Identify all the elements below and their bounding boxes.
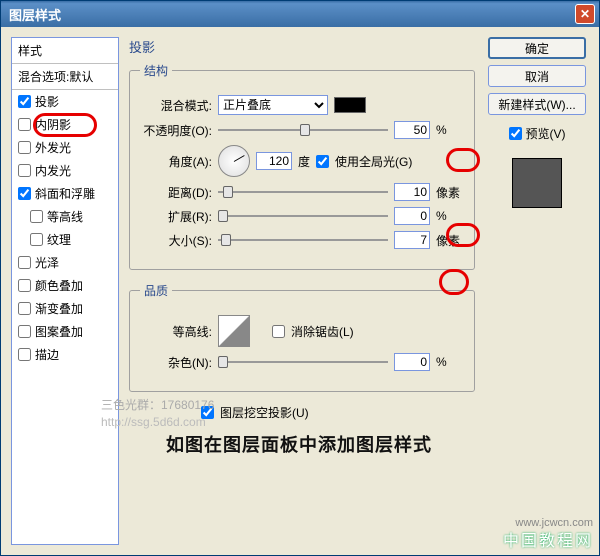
quality-legend: 品质 — [140, 282, 172, 299]
contour-picker[interactable] — [218, 315, 250, 347]
blend-options[interactable]: 混合选项:默认 — [12, 64, 118, 90]
style-item-inner-shadow[interactable]: 内阴影 — [12, 113, 118, 136]
spread-slider[interactable] — [218, 209, 388, 223]
contour-label: 等高线: — [140, 323, 212, 340]
style-check[interactable] — [18, 302, 31, 315]
style-check[interactable] — [18, 325, 31, 338]
style-check[interactable] — [18, 256, 31, 269]
style-item-satin[interactable]: 光泽 — [12, 251, 118, 274]
style-check[interactable] — [18, 187, 31, 200]
style-item-stroke[interactable]: 描边 — [12, 343, 118, 366]
new-style-button[interactable]: 新建样式(W)... — [488, 93, 586, 115]
antialias-check[interactable] — [272, 325, 285, 338]
style-item-bevel[interactable]: 斜面和浮雕 — [12, 182, 118, 205]
section-title: 投影 — [129, 37, 475, 56]
shadow-color-swatch[interactable] — [334, 97, 366, 113]
distance-slider[interactable] — [218, 185, 388, 199]
preview-check[interactable] — [509, 127, 522, 140]
titlebar: 图层样式 ✕ — [1, 1, 599, 27]
angle-input[interactable] — [256, 152, 292, 170]
cancel-button[interactable]: 取消 — [488, 65, 586, 87]
structure-legend: 结构 — [140, 62, 172, 79]
style-item-texture[interactable]: 纹理 — [12, 228, 118, 251]
instruction-caption: 如图在图层面板中添加图层样式 — [166, 431, 432, 457]
style-item-contour[interactable]: 等高线 — [12, 205, 118, 228]
layer-style-dialog: 图层样式 ✕ 样式 混合选项:默认 投影 内阴影 外发光 内发光 斜面和浮雕 等… — [0, 0, 600, 556]
styles-header[interactable]: 样式 — [12, 38, 118, 64]
style-item-drop-shadow[interactable]: 投影 — [12, 90, 118, 113]
styles-list: 样式 混合选项:默认 投影 内阴影 外发光 内发光 斜面和浮雕 等高线 纹理 光… — [11, 37, 119, 545]
angle-label: 角度(A): — [140, 153, 212, 170]
noise-input[interactable] — [394, 353, 430, 371]
blend-mode-label: 混合模式: — [140, 97, 212, 114]
style-item-color-overlay[interactable]: 颜色叠加 — [12, 274, 118, 297]
style-check[interactable] — [18, 118, 31, 131]
preview-swatch — [512, 158, 562, 208]
style-item-inner-glow[interactable]: 内发光 — [12, 159, 118, 182]
preview-label: 预览(V) — [526, 125, 566, 142]
angle-dial[interactable] — [218, 145, 250, 177]
style-check[interactable] — [18, 164, 31, 177]
style-check[interactable] — [30, 233, 43, 246]
style-check[interactable] — [18, 348, 31, 361]
distance-input[interactable] — [394, 183, 430, 201]
spread-input[interactable] — [394, 207, 430, 225]
opacity-label: 不透明度(O): — [140, 122, 212, 139]
style-check[interactable] — [30, 210, 43, 223]
spread-label: 扩展(R): — [140, 208, 212, 225]
antialias-label: 消除锯齿(L) — [291, 323, 354, 340]
size-slider[interactable] — [218, 233, 388, 247]
size-label: 大小(S): — [140, 232, 212, 249]
size-input[interactable] — [394, 231, 430, 249]
distance-label: 距离(D): — [140, 184, 212, 201]
opacity-input[interactable] — [394, 121, 430, 139]
style-check[interactable] — [18, 141, 31, 154]
style-check[interactable] — [18, 95, 31, 108]
watermark-url: http://ssg.5d6d.com — [101, 415, 206, 429]
structure-group: 结构 混合模式: 正片叠底 不透明度(O): % 角度(A): 度 — [129, 62, 475, 270]
style-check[interactable] — [18, 279, 31, 292]
global-light-check[interactable] — [316, 155, 329, 168]
main-panel: 投影 结构 混合模式: 正片叠底 不透明度(O): % 角度(A): — [129, 37, 475, 545]
close-button[interactable]: ✕ — [575, 4, 595, 24]
opacity-slider[interactable] — [218, 123, 388, 137]
noise-label: 杂色(N): — [140, 354, 212, 371]
style-item-pattern-overlay[interactable]: 图案叠加 — [12, 320, 118, 343]
right-panel: 确定 取消 新建样式(W)... 预览(V) — [485, 37, 589, 545]
blend-mode-select[interactable]: 正片叠底 — [218, 95, 328, 115]
footer-watermark: 中国教程网 — [503, 527, 593, 551]
knockout-label: 图层挖空投影(U) — [220, 404, 309, 421]
quality-group: 品质 等高线: 消除锯齿(L) 杂色(N): % — [129, 282, 475, 392]
watermark-text: 三色光群：17680176 — [101, 396, 214, 413]
style-item-gradient-overlay[interactable]: 渐变叠加 — [12, 297, 118, 320]
ok-button[interactable]: 确定 — [488, 37, 586, 59]
global-light-label: 使用全局光(G) — [335, 153, 412, 170]
window-title: 图层样式 — [5, 5, 575, 24]
style-item-outer-glow[interactable]: 外发光 — [12, 136, 118, 159]
noise-slider[interactable] — [218, 355, 388, 369]
